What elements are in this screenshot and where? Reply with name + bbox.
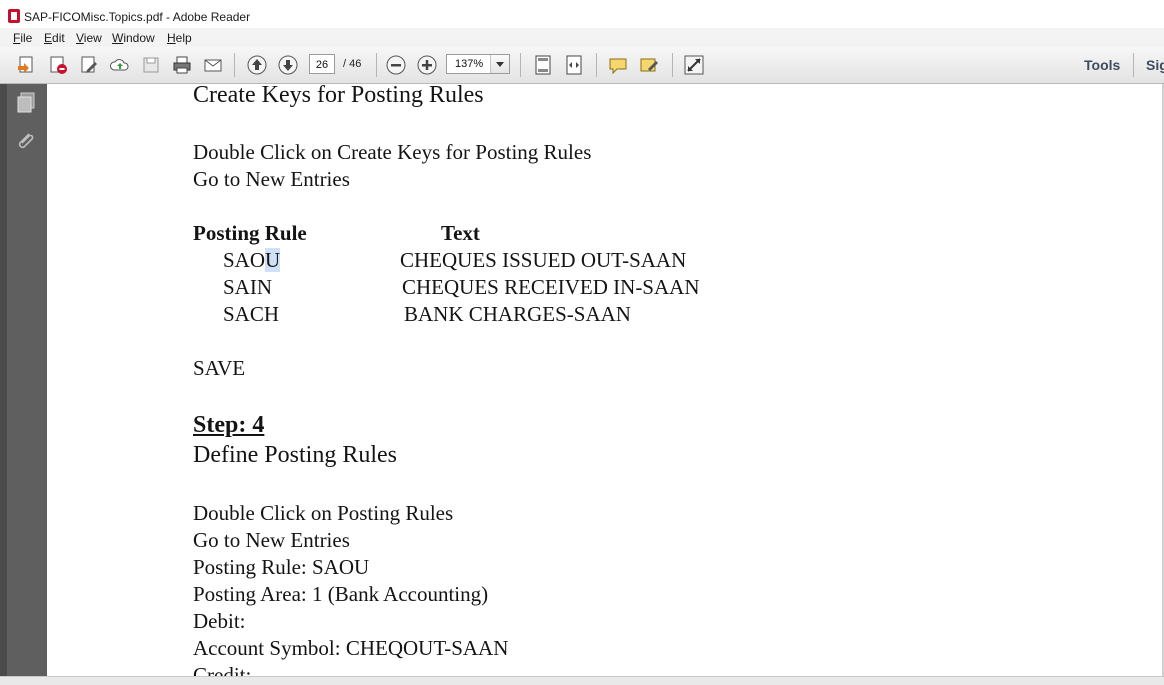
fit-page-icon[interactable]: [532, 54, 554, 76]
body-line: Account Symbol: CHEQOUT-SAAN: [193, 636, 509, 660]
menu-file[interactable]: File: [13, 31, 32, 45]
step-heading: Step: 4: [193, 412, 265, 438]
menu-view[interactable]: View: [76, 31, 102, 45]
toolbar-separator: [596, 53, 597, 77]
zoom-value: 137%: [455, 58, 484, 70]
toolbar-separator: [376, 53, 377, 77]
instruction-line: Go to New Entries: [193, 167, 350, 191]
posting-rule-code: SAIN: [223, 275, 273, 299]
column-header-text: Text: [441, 221, 480, 245]
save-icon[interactable]: [140, 54, 162, 76]
page-total: / 46: [343, 58, 362, 70]
column-header-posting-rule: Posting Rule: [193, 221, 307, 245]
posting-rule-code: SAOU: [223, 248, 281, 272]
window-title: SAP-FICOMisc.Topics.pdf - Adobe Reader: [24, 10, 251, 24]
next-page-icon[interactable]: [277, 54, 299, 76]
toolbar-separator: [520, 53, 521, 77]
attachments-icon[interactable]: [14, 130, 36, 152]
toolbar-separator: [672, 53, 673, 77]
document-view[interactable]: Create Keys for Posting Rules Double Cli…: [47, 84, 1164, 676]
zoom-in-icon[interactable]: [416, 54, 438, 76]
zoom-select[interactable]: 137%: [446, 54, 510, 74]
email-icon[interactable]: [202, 54, 224, 76]
menu-edit[interactable]: Edit: [44, 31, 65, 45]
page-heading-define-posting-rules: Define Posting Rules: [193, 442, 397, 468]
cloud-upload-icon[interactable]: [109, 54, 131, 76]
panel-edge: [0, 84, 7, 676]
title-bar: SAP-FICOMisc.Topics.pdf - Adobe Reader: [0, 0, 1164, 29]
save-instruction: SAVE: [193, 356, 246, 380]
zoom-out-icon[interactable]: [385, 54, 407, 76]
edit-pdf-icon[interactable]: [78, 54, 100, 76]
posting-rule-code: SACH: [223, 302, 280, 326]
body-line: Credit:: [193, 663, 252, 676]
create-pdf-icon[interactable]: [47, 54, 69, 76]
comment-icon[interactable]: [607, 54, 629, 76]
fit-width-icon[interactable]: [563, 54, 585, 76]
menu-help[interactable]: Help: [167, 31, 192, 45]
menu-window[interactable]: Window: [112, 31, 155, 45]
adobe-reader-icon: [8, 9, 20, 23]
page-heading-create-keys: Create Keys for Posting Rules: [193, 84, 484, 108]
toolbar: 26 / 46 137% Tools Sig: [0, 47, 1164, 84]
page-thumbnails-icon[interactable]: [16, 92, 36, 114]
open-file-icon[interactable]: [16, 54, 38, 76]
highlight-icon[interactable]: [638, 54, 660, 76]
body-line: Posting Rule: SAOU: [193, 555, 370, 579]
sign-button[interactable]: Sig: [1146, 57, 1164, 73]
navigation-panel: [0, 84, 47, 676]
tools-button[interactable]: Tools: [1084, 57, 1120, 73]
posting-rule-text: CHEQUES ISSUED OUT-SAAN: [400, 248, 687, 272]
body-line: Double Click on Posting Rules: [193, 501, 454, 525]
toolbar-separator: [1133, 53, 1134, 77]
instruction-line: Double Click on Create Keys for Posting …: [193, 140, 592, 164]
chevron-down-icon[interactable]: [490, 55, 509, 73]
page-number-input[interactable]: 26: [309, 54, 335, 74]
text-selection: U: [265, 248, 281, 272]
body-line: Go to New Entries: [193, 528, 350, 552]
toolbar-separator: [234, 53, 235, 77]
menu-bar: File Edit View Window Help: [0, 28, 1164, 47]
posting-rule-text: CHEQUES RECEIVED IN-SAAN: [402, 275, 700, 299]
body-line: Debit:: [193, 609, 246, 633]
full-screen-icon[interactable]: [683, 54, 705, 76]
body-line: Posting Area: 1 (Bank Accounting): [193, 582, 489, 606]
posting-rule-text: BANK CHARGES-SAAN: [404, 302, 631, 326]
print-icon[interactable]: [171, 54, 193, 76]
previous-page-icon[interactable]: [246, 54, 268, 76]
